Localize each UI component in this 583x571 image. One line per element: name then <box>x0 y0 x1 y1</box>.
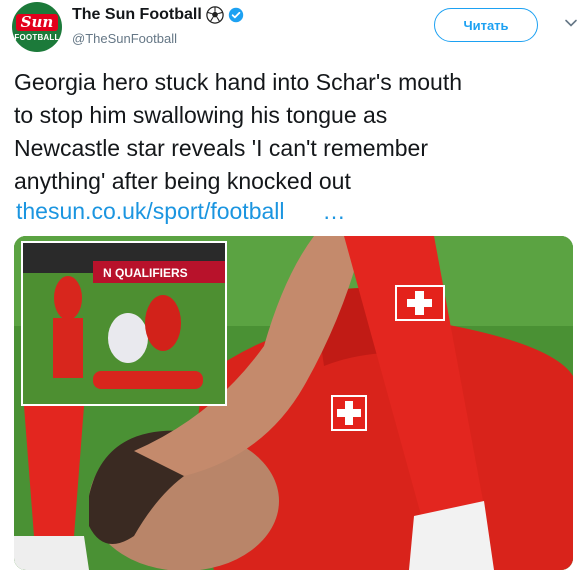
chevron-down-icon[interactable] <box>564 16 578 30</box>
account-name-row[interactable]: The Sun Football <box>72 6 244 24</box>
inset-banner-text: N QUALIFIERS <box>103 266 188 280</box>
soccer-ball-icon <box>206 6 224 24</box>
inset-photo: N QUALIFIERS <box>21 241 227 406</box>
tweet-photo[interactable]: N QUALIFIERS <box>14 236 573 570</box>
avatar-logo: Sun <box>15 14 59 31</box>
account-handle[interactable]: @TheSunFootball <box>72 31 177 46</box>
display-name[interactable]: The Sun Football <box>72 6 202 24</box>
follow-button[interactable]: Читать <box>434 8 538 42</box>
verified-badge-icon <box>228 7 243 23</box>
avatar-subtitle: FOOTBALL <box>14 33 60 42</box>
link-ellipsis[interactable]: … <box>323 198 346 225</box>
tweet-link-row[interactable]: thesun.co.uk/sport/football … <box>16 198 346 225</box>
inset-scene: N QUALIFIERS <box>23 243 225 404</box>
tweet-text: Georgia hero stuck hand into Schar's mou… <box>14 69 463 194</box>
avatar[interactable]: Sun FOOTBALL <box>12 2 62 52</box>
tweet-link[interactable]: thesun.co.uk/sport/football <box>16 198 285 225</box>
